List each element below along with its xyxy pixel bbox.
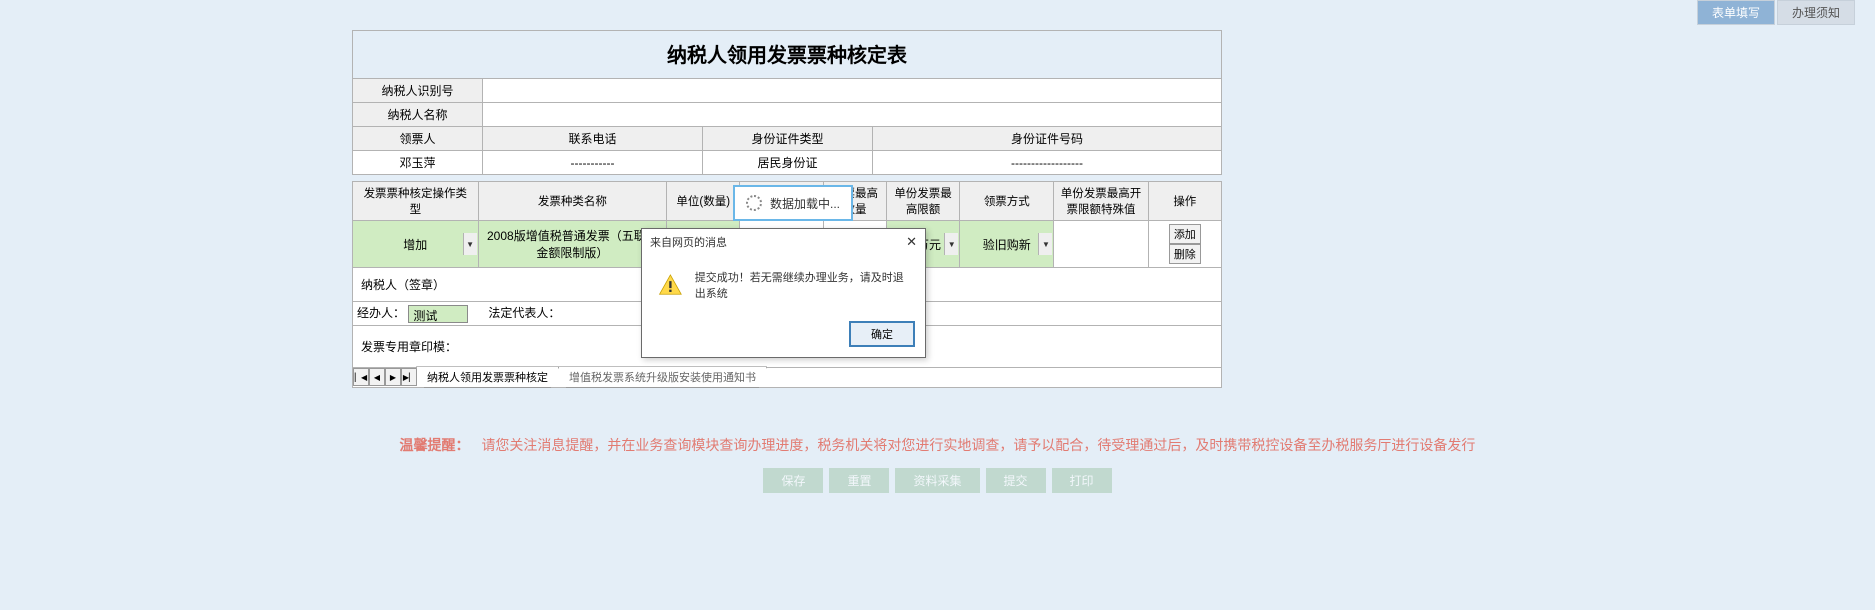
label-id-no: 身份证件号码 <box>873 127 1222 151</box>
handler-input[interactable]: 测试 <box>408 305 468 323</box>
reset-button[interactable]: 重置 <box>829 468 889 493</box>
label-taxpayer-name: 纳税人名称 <box>353 103 483 127</box>
col-ops: 操作 <box>1148 182 1221 221</box>
warning-icon <box>658 271 683 299</box>
page-title: 纳税人领用发票票种核定表 <box>352 30 1222 78</box>
nav-next-icon[interactable]: ▶ <box>385 368 401 386</box>
handler-label: 经办人： <box>357 306 405 320</box>
loading-popup: 数据加载中... <box>733 185 853 221</box>
col-per-max-special: 单份发票最高开票限额特殊值 <box>1054 182 1148 221</box>
close-icon[interactable]: ✕ <box>906 234 917 250</box>
op-type-value: 增加 <box>403 238 427 252</box>
loading-text: 数据加载中... <box>770 195 840 212</box>
cell-per-max-special <box>1054 221 1148 268</box>
value-taxpayer-name <box>483 103 1222 127</box>
delete-button[interactable]: 删除 <box>1169 244 1201 264</box>
save-button[interactable]: 保存 <box>763 468 823 493</box>
legal-label: 法定代表人： <box>488 306 560 320</box>
print-button[interactable]: 打印 <box>1052 468 1112 493</box>
tab-form-fill[interactable]: 表单填写 <box>1697 0 1775 25</box>
label-taxpayer-id: 纳税人识别号 <box>353 79 483 103</box>
sheet-tab-1[interactable]: 纳税人领用发票票种核定 <box>416 366 559 388</box>
col-per-max-amt: 单份发票最高限额 <box>886 182 959 221</box>
chevron-down-icon[interactable]: ▼ <box>463 233 477 255</box>
chevron-down-icon[interactable]: ▼ <box>944 233 958 255</box>
ok-button[interactable]: 确定 <box>849 321 915 347</box>
tab-process-notice[interactable]: 办理须知 <box>1777 0 1855 25</box>
add-button[interactable]: 添加 <box>1169 224 1201 244</box>
nav-first-icon[interactable]: ▏◀ <box>353 368 369 386</box>
value-id-type: 居民身份证 <box>703 151 873 175</box>
invoice-type-value: 2008版增值税普通发票（五联无金额限制版） <box>487 229 658 260</box>
chevron-down-icon[interactable]: ▼ <box>1038 233 1052 255</box>
cell-op-type[interactable]: 增加 ▼ <box>353 221 479 268</box>
value-phone: ----------- <box>483 151 703 175</box>
cell-invoice-type[interactable]: 2008版增值税普通发票（五联无金额限制版） ▼ <box>478 221 666 268</box>
sheet-tab-2[interactable]: 增值税发票系统升级版安装使用通知书 <box>558 366 767 388</box>
nav-prev-icon[interactable]: ◀ <box>369 368 385 386</box>
submit-button[interactable]: 提交 <box>986 468 1046 493</box>
label-collector: 领票人 <box>353 127 483 151</box>
cell-collect-method[interactable]: 验旧购新 ▼ <box>960 221 1054 268</box>
dialog-body: 提交成功！若无需继续办理业务，请及时退出系统 <box>695 269 909 301</box>
footer-tip-text: 请您关注消息提醒，并在业务查询模块查询办理进度，税务机关将对您进行实地调查，请予… <box>481 437 1475 453</box>
bottom-button-bar: 保存 重置 资料采集 提交 打印 <box>0 468 1875 493</box>
footer-tip-label: 温馨提醒： <box>400 437 470 453</box>
nav-last-icon[interactable]: ▶▏ <box>401 368 417 386</box>
alert-dialog: 来自网页的消息 ✕ 提交成功！若无需继续办理业务，请及时退出系统 确定 <box>641 228 926 358</box>
dialog-title: 来自网页的消息 <box>650 234 727 250</box>
info-table: 纳税人识别号 纳税人名称 领票人 联系电话 身份证件类型 身份证件号码 邓玉萍 … <box>352 78 1222 175</box>
value-id-no: ------------------ <box>873 151 1222 175</box>
spinner-icon <box>746 195 762 211</box>
label-id-type: 身份证件类型 <box>703 127 873 151</box>
sheet-tabs: ▏◀ ◀ ▶ ▶▏ 纳税人领用发票票种核定 增值税发票系统升级版安装使用通知书 <box>352 368 1222 388</box>
col-op-type: 发票票种核定操作类型 <box>353 182 479 221</box>
footer-tip: 温馨提醒： 请您关注消息提醒，并在业务查询模块查询办理进度，税务机关将对您进行实… <box>0 435 1875 455</box>
data-collect-button[interactable]: 资料采集 <box>895 468 979 493</box>
col-invoice-type: 发票种类名称 <box>478 182 666 221</box>
col-collect-method: 领票方式 <box>960 182 1054 221</box>
collect-method-value: 验旧购新 <box>983 238 1031 252</box>
value-collector: 邓玉萍 <box>353 151 483 175</box>
cell-ops: 添加 删除 <box>1148 221 1221 268</box>
value-taxpayer-id <box>483 79 1222 103</box>
col-unit: 单位(数量) <box>667 182 740 221</box>
label-phone: 联系电话 <box>483 127 703 151</box>
